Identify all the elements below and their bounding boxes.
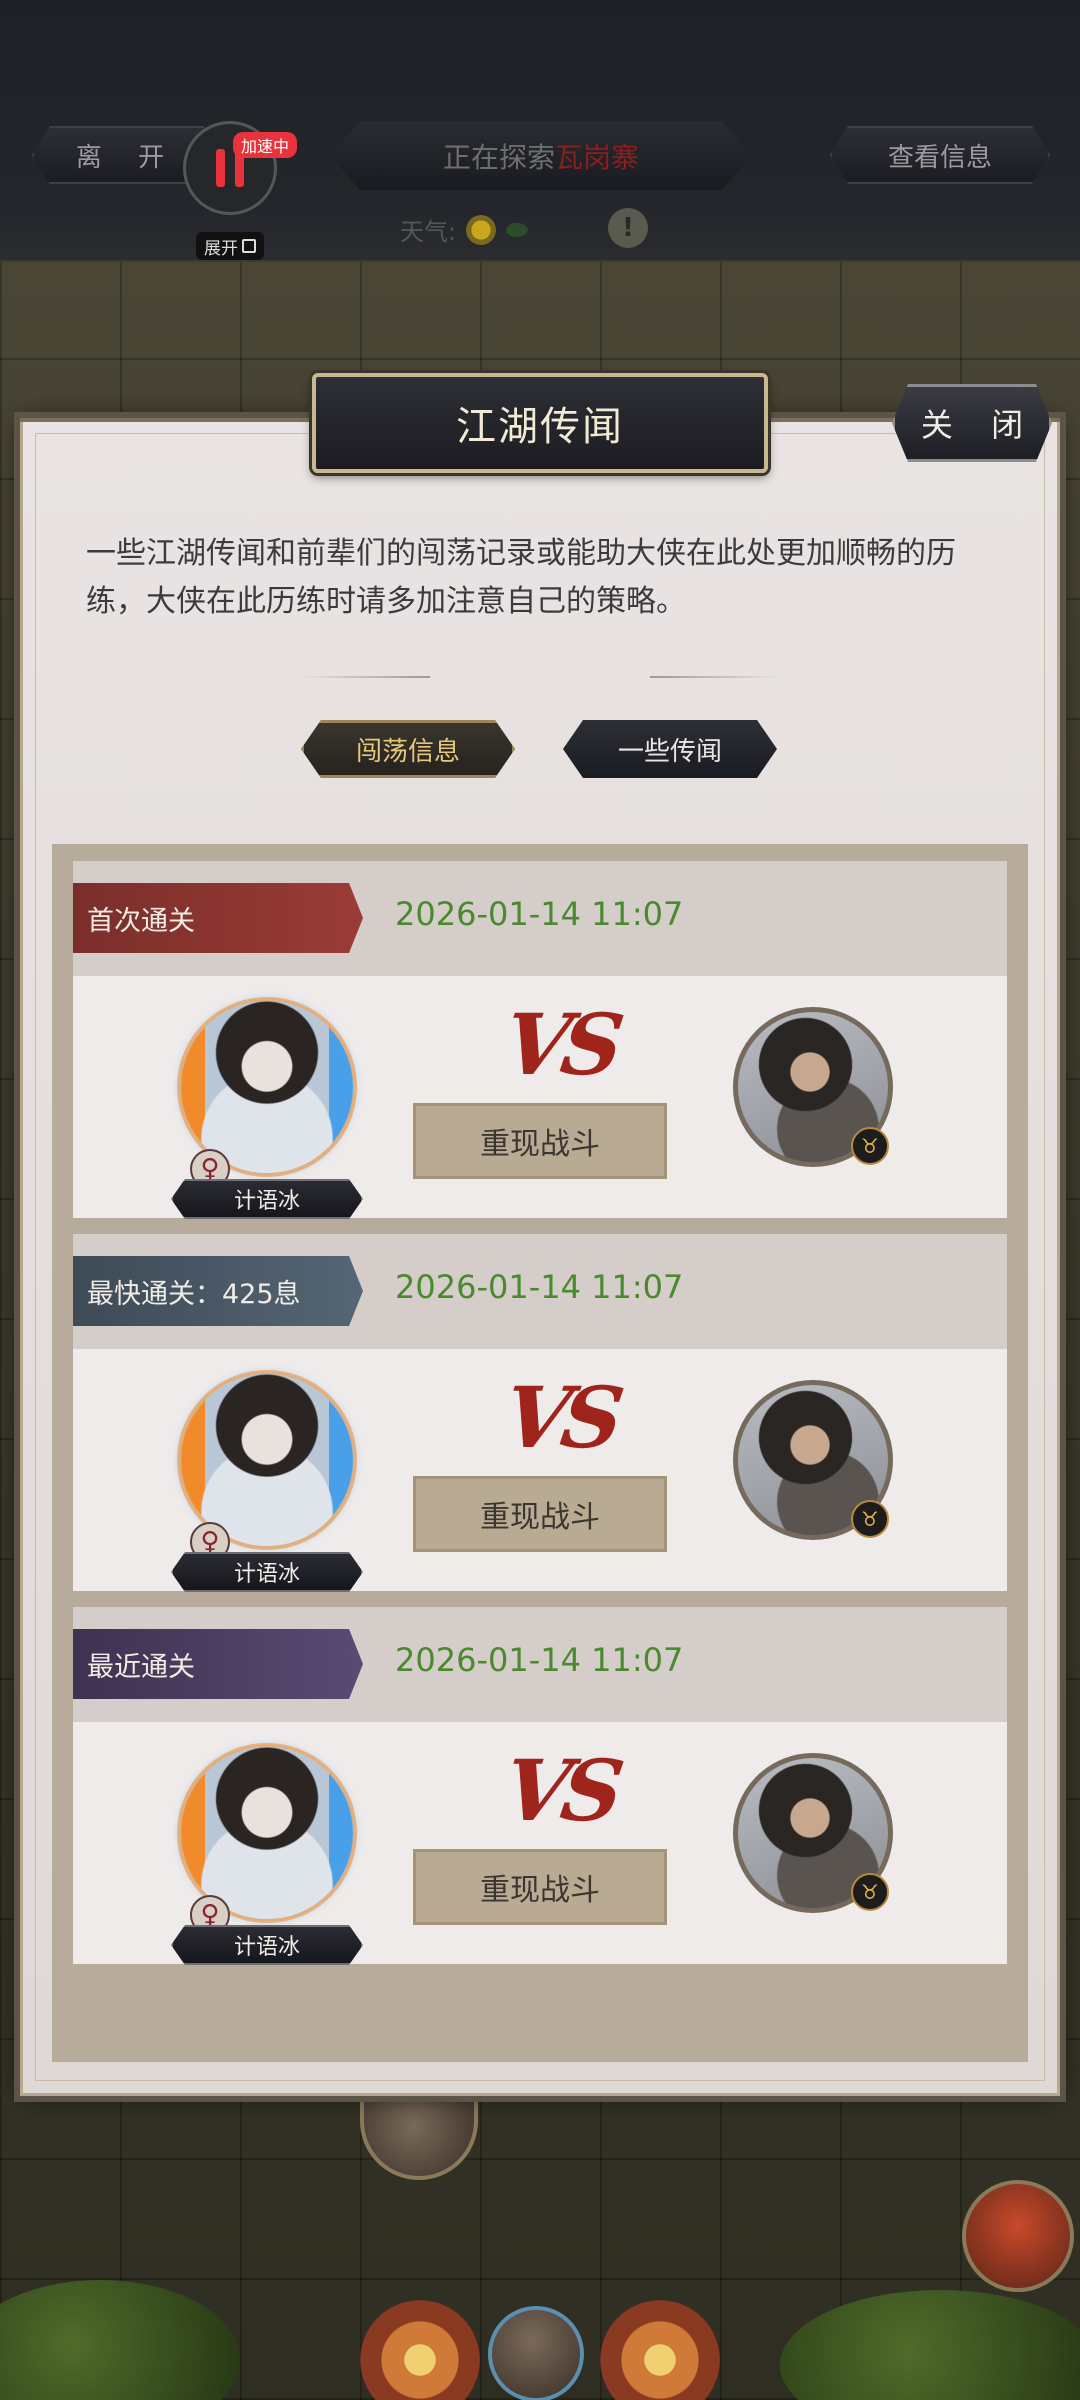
record-header: 最快通关：425息 2026-01-14 11:07 [73,1234,1007,1349]
close-button[interactable]: 关 闭 [892,384,1052,462]
sun-icon [466,214,497,245]
boss-icon: ♉ [851,1873,889,1911]
view-info-button[interactable]: 查看信息 [830,126,1050,184]
hero-name: 计语冰 [171,1552,363,1592]
vs-emblem: VS [498,995,622,1094]
expand-label: 展开 [204,238,238,259]
pause-icon [216,149,225,187]
boss-icon: ♉ [851,1127,889,1165]
clear-record-card: 首次通关 2026-01-14 11:07 ♀ 计语冰 VS 重现战斗 ♉ [73,861,1007,1218]
alert-icon[interactable]: ! [608,208,648,248]
exploring-location-bar: 正在探索 瓦岗寨 [330,122,752,190]
clear-record-card: 最近通关 2026-01-14 11:07 ♀ 计语冰 VS 重现战斗 ♉ [73,1607,1007,1964]
record-type-ribbon: 首次通关 [73,883,363,953]
divider-right [650,676,780,678]
clear-record-card: 最快通关：425息 2026-01-14 11:07 ♀ 计语冰 VS 重现战斗… [73,1234,1007,1591]
boss-icon: ♉ [851,1500,889,1538]
board-hero-token[interactable] [962,2180,1074,2292]
hero-portrait[interactable] [181,1001,353,1173]
replay-battle-button[interactable]: 重现战斗 [411,1847,669,1927]
weather-indicator: 天气: [400,212,529,247]
record-type-ribbon: 最近通关 [73,1629,363,1699]
tab-adventure-info[interactable]: 闯荡信息 [301,720,515,778]
board-hero-token[interactable] [488,2306,584,2400]
exploring-place: 瓦岗寨 [555,141,640,174]
record-date: 2026-01-14 11:07 [395,1268,684,1306]
record-header: 最近通关 2026-01-14 11:07 [73,1607,1007,1722]
title-ornament-left [20,418,310,422]
replay-battle-button[interactable]: 重现战斗 [411,1101,669,1181]
exploring-label: 正在探索 [442,141,555,174]
speed-status-badge: 加速中 [233,132,298,158]
record-type-ribbon: 最快通关：425息 [73,1256,363,1326]
dialog-title: 江湖传闻 [312,373,768,473]
record-date: 2026-01-14 11:07 [395,895,684,933]
expand-icon [242,239,256,253]
intro-text: 一些江湖传闻和前辈们的闯荡记录或能助大侠在此处更加顺畅的历练，大侠在此历练时请多… [86,536,956,619]
record-date: 2026-01-14 11:07 [395,1641,684,1679]
divider-left [300,676,430,678]
hero-name: 计语冰 [171,1179,363,1219]
leaf-icon [506,222,529,237]
hero-portrait[interactable] [181,1374,353,1546]
record-header: 首次通关 2026-01-14 11:07 [73,861,1007,976]
replay-battle-button[interactable]: 重现战斗 [411,1474,669,1554]
hero-portrait[interactable] [181,1747,353,1919]
tab-rumors[interactable]: 一些传闻 [563,720,777,778]
hero-name: 计语冰 [171,1925,363,1965]
vs-emblem: VS [498,1368,622,1467]
weather-label: 天气: [400,218,457,246]
expand-button[interactable]: 展开 [196,232,264,260]
vs-emblem: VS [498,1741,622,1840]
